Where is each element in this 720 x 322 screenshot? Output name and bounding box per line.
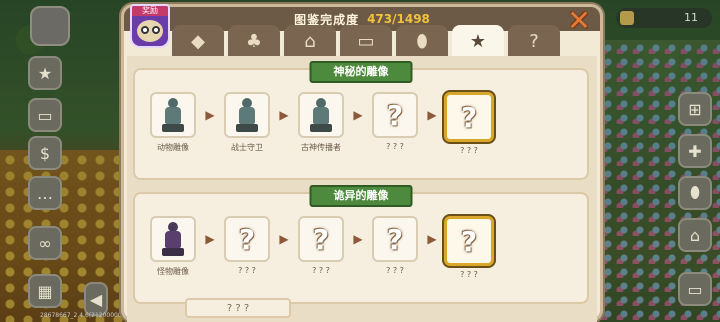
map-menu-button[interactable]: ▦ (28, 274, 62, 308)
statue-icon (162, 222, 184, 256)
statue-item[interactable]: 战士守卫 (221, 92, 273, 153)
chain-arrow-icon: ▶ (427, 108, 437, 122)
question-icon: ? (529, 30, 539, 52)
statue-label: 动物雕像 (157, 143, 189, 152)
chain-arrow-icon: ▶ (279, 108, 289, 122)
statue-card[interactable]: ? (372, 216, 418, 262)
statue-item[interactable]: ? ? ? ? (369, 216, 421, 275)
collapse-arrow-button[interactable]: ◀ (84, 282, 108, 316)
unknown-statue-icon: ? (386, 98, 404, 132)
statue-section-mysterious: 神秘的雕像 动物雕像 ▶ 战士守卫 ▶ 古神传播者 ▶? ? ? ? ▶? ? ? ? (133, 61, 589, 180)
tab-house[interactable]: ⌂ (284, 25, 336, 57)
currency-display: 11 (616, 8, 712, 28)
chain-arrow-icon: ▶ (205, 108, 215, 122)
final-statue-card[interactable]: ? (444, 216, 494, 266)
egg-icon: ⬮ (416, 30, 428, 52)
gift-button[interactable]: ✚ (678, 134, 712, 168)
currency-value: 11 (684, 11, 698, 24)
section-title: 诡异的雕像 (309, 185, 413, 207)
statue-label: ? ? ? (238, 266, 256, 275)
statue-label: 古神传播者 (301, 143, 341, 152)
tab-question[interactable]: ? (508, 25, 560, 57)
statue-item[interactable]: ? ? ? ? (443, 92, 495, 155)
statue-chain: 动物雕像 ▶ 战士守卫 ▶ 古神传播者 ▶? ? ? ? ▶? ? ? ? (147, 92, 577, 155)
statue-card[interactable] (150, 92, 196, 138)
owl-eye-icon (141, 26, 149, 34)
owl-eye-icon (152, 26, 160, 34)
unknown-statue-icon: ? (460, 100, 478, 134)
statue-label: ? ? ? (312, 266, 330, 275)
statue-label: ? ? ? (386, 142, 404, 151)
statue-chain: 怪物雕像 ▶? ? ? ? ▶? ? ? ? ▶? ? ? ? ▶? ? ? ? (147, 216, 577, 279)
final-statue-card[interactable]: ? (444, 92, 494, 142)
statue-label: ? ? ? (460, 146, 478, 155)
section-title: 神秘的雕像 (309, 61, 413, 83)
statue-item[interactable]: 古神传播者 (295, 92, 347, 153)
chat-menu-button[interactable]: … (28, 176, 62, 210)
statue-item[interactable]: ? ? ? ? (221, 216, 273, 275)
unknown-statue-icon: ? (312, 222, 330, 256)
reward-badge-label: 奖励 (132, 6, 168, 16)
reward-avatar-badge[interactable]: 奖励 (130, 4, 170, 48)
statue-card[interactable] (298, 92, 344, 138)
house-icon: ⌂ (304, 30, 316, 52)
statue-icon (310, 98, 332, 132)
friends-menu-button[interactable]: ∞ (28, 226, 62, 260)
right-menu-button-1[interactable]: ⊞ (678, 92, 712, 126)
statue-item[interactable]: ? ? ? ? (443, 216, 495, 279)
chain-arrow-icon: ▶ (279, 232, 289, 246)
collection-content: 神秘的雕像 动物雕像 ▶ 战士守卫 ▶ 古神传播者 ▶?? ? ? ▶?? ? ? 诡异的雕像… (127, 56, 597, 322)
statue-label: ? ? ? (460, 270, 478, 279)
chain-arrow-icon: ▶ (353, 108, 363, 122)
chest-menu-button[interactable]: ▭ (28, 98, 62, 132)
unknown-statue-icon: ? (238, 222, 256, 256)
statue-item[interactable]: 怪物雕像 (147, 216, 199, 277)
tab-egg[interactable]: ⬮ (396, 25, 448, 57)
statue-card[interactable] (150, 216, 196, 262)
statue-card[interactable]: ? (298, 216, 344, 262)
tab-star[interactable]: ★ (452, 25, 504, 57)
chain-arrow-icon: ▶ (205, 232, 215, 246)
star-menu-button[interactable]: ★ (28, 56, 62, 90)
completion-progress: 473/1498 (367, 12, 430, 26)
statue-card[interactable]: ? (224, 216, 270, 262)
shop-menu-button[interactable]: $ (28, 136, 62, 170)
coin-icon (620, 11, 634, 25)
clover-icon: ♣ (245, 30, 263, 52)
tab-chest[interactable]: ▭ (340, 25, 392, 57)
statue-item[interactable]: ? ? ? ? (295, 216, 347, 275)
statue-section-weird: 诡异的雕像 怪物雕像 ▶? ? ? ? ▶? ? ? ? ▶? ? ? ? ▶? ? ? ? (133, 185, 589, 304)
statue-card[interactable] (224, 92, 270, 138)
gem-icon: ◆ (191, 30, 205, 52)
statue-card[interactable]: ? (372, 92, 418, 138)
statue-label: 战士守卫 (231, 143, 263, 152)
statue-item[interactable]: 动物雕像 (147, 92, 199, 153)
close-button[interactable]: ✕ (565, 7, 593, 36)
chain-arrow-icon: ▶ (353, 232, 363, 246)
chest-icon: ▭ (357, 30, 375, 52)
next-section-title: ? ? ? (185, 298, 291, 318)
category-tabs: ◆ ♣ ⌂ ▭ ⬮ ★? (172, 25, 564, 59)
statue-icon (162, 98, 184, 132)
statue-icon (236, 98, 258, 132)
unknown-statue-icon: ? (460, 224, 478, 258)
statue-label: 怪物雕像 (157, 267, 189, 276)
storage-button[interactable]: ▭ (678, 272, 712, 306)
shop-button[interactable]: ⌂ (678, 218, 712, 252)
statue-item[interactable]: ? ? ? ? (369, 92, 421, 151)
tab-gem[interactable]: ◆ (172, 25, 224, 57)
star-icon: ★ (469, 30, 487, 52)
statue-label: ? ? ? (386, 266, 404, 275)
player-portrait-button[interactable] (30, 6, 70, 46)
tab-clover[interactable]: ♣ (228, 25, 280, 57)
egg-button[interactable]: ⬮ (678, 176, 712, 210)
unknown-statue-icon: ? (386, 222, 404, 256)
chain-arrow-icon: ▶ (427, 232, 437, 246)
